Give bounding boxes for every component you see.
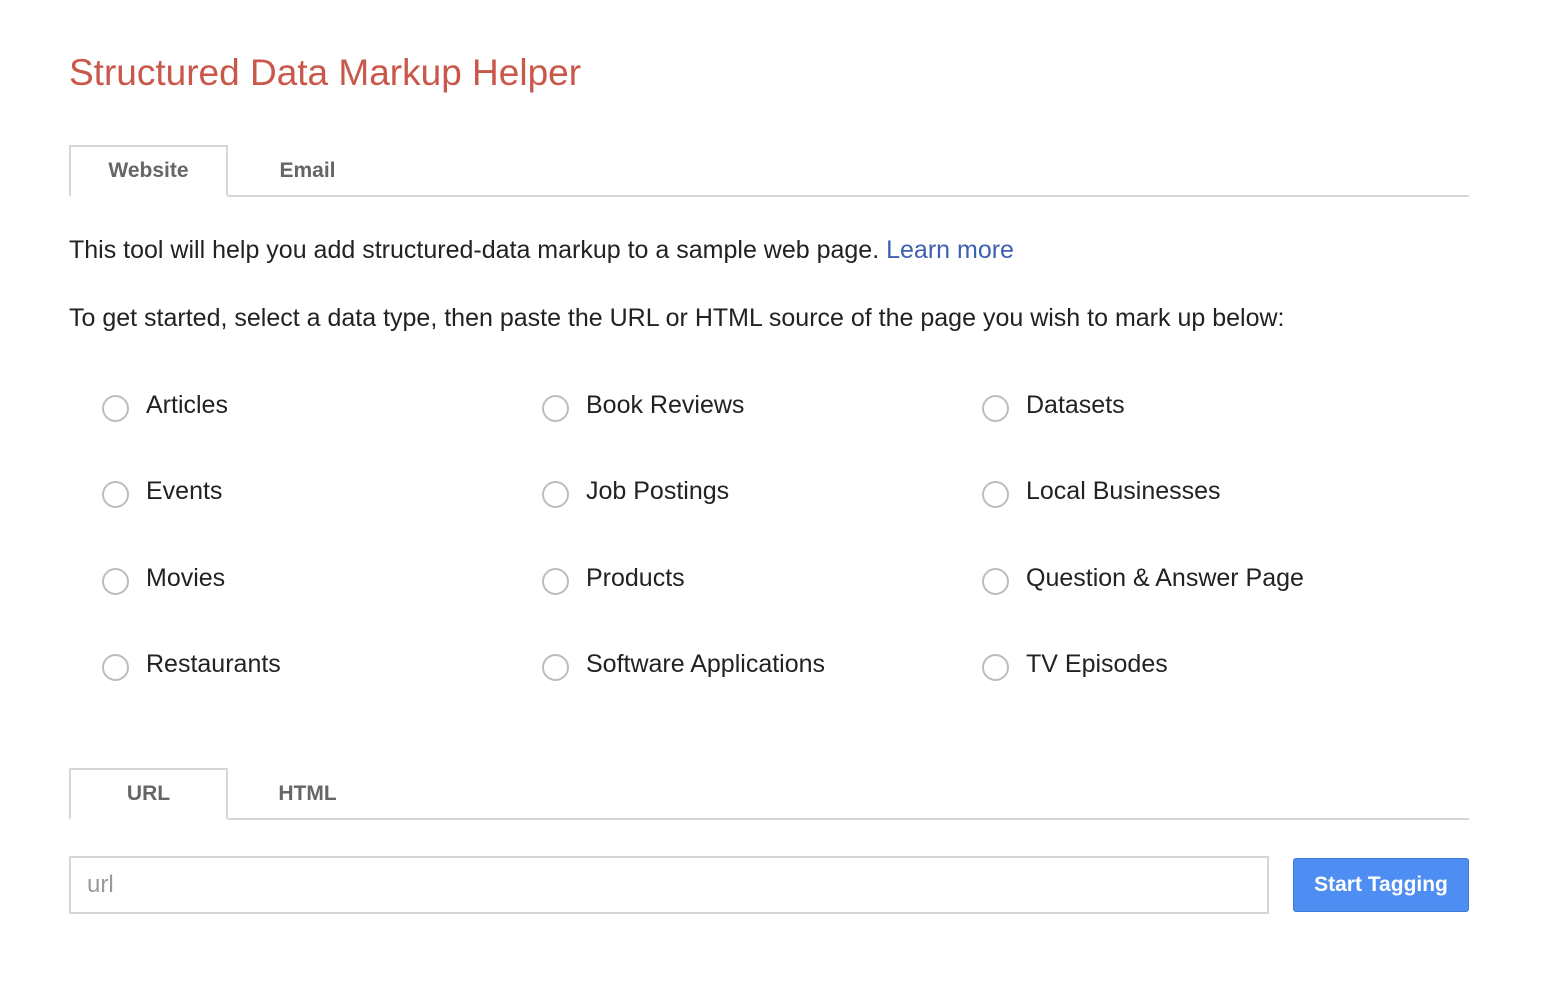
data-type-option-local-businesses[interactable]: Local Businesses [982,469,1221,513]
tab-url[interactable]: URL [69,768,228,820]
data-type-option-movies[interactable]: Movies [102,556,225,600]
radio-button[interactable] [542,394,569,422]
intro-sentence: This tool will help you add structured-d… [69,236,880,264]
data-type-label: Local Businesses [1026,477,1221,505]
data-type-label: TV Episodes [1026,650,1168,678]
tab-email[interactable]: Email [228,145,387,197]
data-type-label: Movies [146,564,226,592]
data-type-option-events[interactable]: Events [102,469,222,513]
data-type-label: Articles [146,391,228,419]
data-type-label: Restaurants [146,650,281,678]
data-type-label: Datasets [1026,391,1125,419]
data-type-option-articles[interactable]: Articles [102,383,228,427]
radio-button[interactable] [542,480,569,508]
data-type-option-software-applications[interactable]: Software Applications [542,642,825,686]
instructions-text: To get started, select a data type, then… [69,304,1285,332]
data-type-label: Software Applications [586,650,826,678]
data-type-label: Question & Answer Page [1026,564,1304,592]
radio-button[interactable] [982,567,1009,595]
radio-button[interactable] [102,567,129,595]
page-title: Structured Data Markup Helper [69,52,582,93]
radio-button[interactable] [102,394,129,422]
radio-button[interactable] [542,567,569,595]
tab-html[interactable]: HTML [228,768,387,820]
data-type-option-book-reviews[interactable]: Book Reviews [542,383,744,427]
data-type-option-datasets[interactable]: Datasets [982,383,1125,427]
data-type-option-job-postings[interactable]: Job Postings [542,469,729,513]
start-tagging-button[interactable]: Start Tagging [1293,858,1469,912]
radio-button[interactable] [542,653,569,681]
data-type-option-question-answer-page[interactable]: Question & Answer Page [982,556,1304,600]
radio-button[interactable] [982,653,1009,681]
radio-button[interactable] [102,653,129,681]
url-input[interactable] [69,856,1269,914]
data-type-label: Job Postings [586,477,730,505]
data-type-option-products[interactable]: Products [542,556,685,600]
radio-button[interactable] [982,480,1009,508]
tab-website[interactable]: Website [69,145,228,197]
learn-more-link[interactable]: Learn more [886,236,1014,264]
source-tab-bar: URL HTML [69,768,1469,820]
intro-text: This tool will help you add structured-d… [69,234,1014,266]
data-type-option-tv-episodes[interactable]: TV Episodes [982,642,1168,686]
data-type-label: Events [146,477,223,505]
radio-button[interactable] [102,480,129,508]
radio-button[interactable] [982,394,1009,422]
data-type-option-restaurants[interactable]: Restaurants [102,642,281,686]
main-tab-bar: Website Email [69,145,1469,197]
data-type-label: Book Reviews [586,391,745,419]
data-type-label: Products [586,564,685,592]
